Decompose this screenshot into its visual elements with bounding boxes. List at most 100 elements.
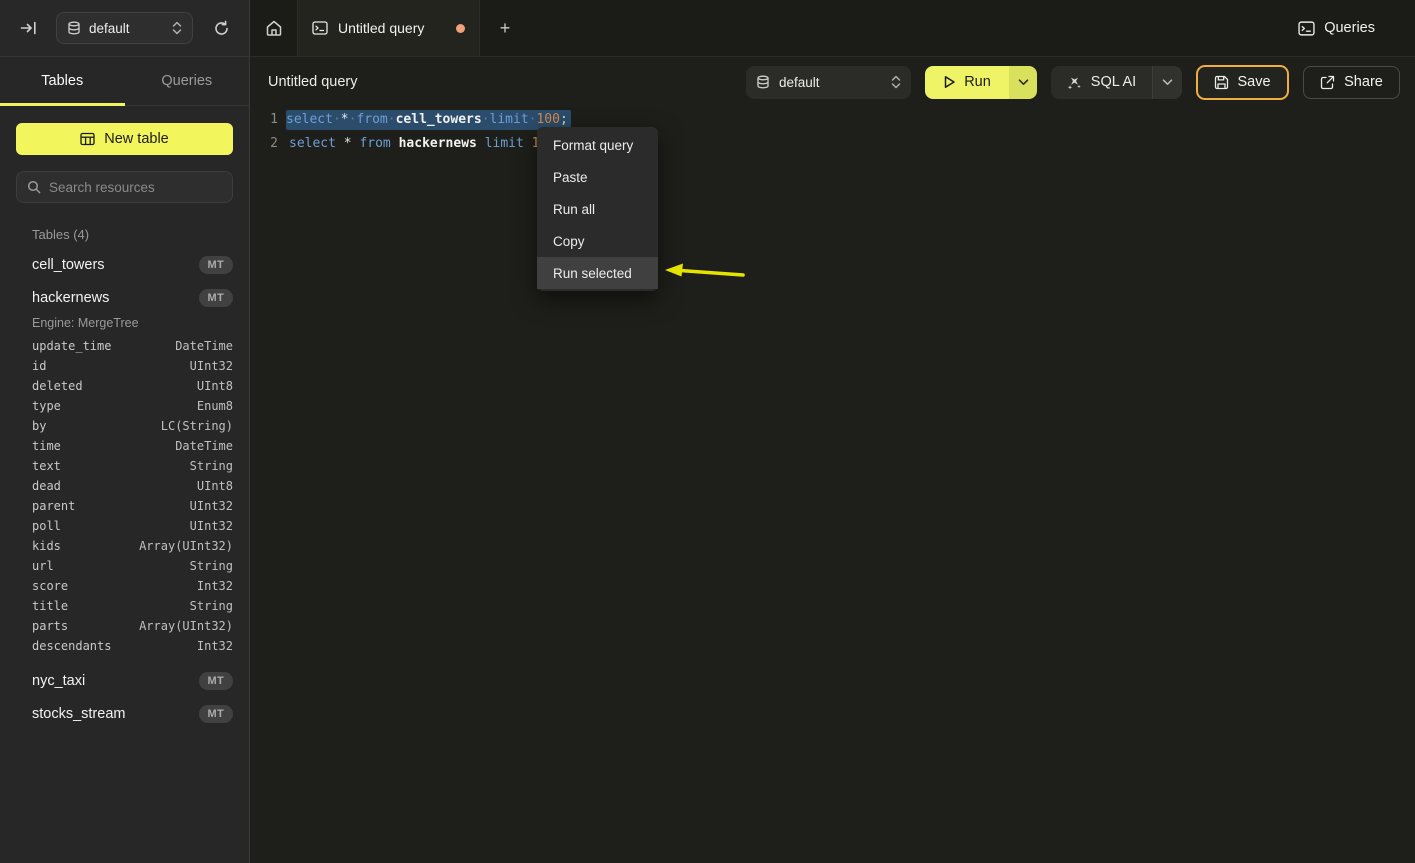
top-bar-left: default bbox=[0, 0, 250, 57]
column-row: deleted UInt8 bbox=[0, 376, 249, 396]
column-row: kids Array(UInt32) bbox=[0, 536, 249, 556]
column-type: String bbox=[190, 559, 233, 573]
sql-editor[interactable]: 1select·*·from·cell_towers·limit·100;2se… bbox=[250, 107, 1415, 863]
chevron-up-down-icon bbox=[172, 21, 182, 35]
save-icon bbox=[1214, 75, 1229, 90]
tab-untitled-query[interactable]: Untitled query bbox=[297, 0, 480, 56]
new-tab-button[interactable]: + bbox=[480, 0, 530, 56]
column-type: Array(UInt32) bbox=[139, 619, 233, 633]
column-name: deleted bbox=[32, 379, 197, 393]
code-token: from bbox=[359, 136, 390, 151]
code-token: select bbox=[286, 112, 333, 127]
column-name: type bbox=[32, 399, 197, 413]
column-name: score bbox=[32, 579, 197, 593]
run-split-button: Run bbox=[925, 66, 1037, 99]
share-button[interactable]: Share bbox=[1303, 66, 1400, 99]
table-row-stocks_stream[interactable]: stocks_stream MT bbox=[0, 697, 249, 730]
column-row: id UInt32 bbox=[0, 356, 249, 376]
table-name: hackernews bbox=[32, 290, 199, 306]
column-row: dead UInt8 bbox=[0, 476, 249, 496]
sidebar: TablesQueries New table Tables (4) cell_… bbox=[0, 57, 250, 863]
code-token: cell_towers bbox=[396, 112, 482, 127]
table-name: cell_towers bbox=[32, 257, 199, 273]
column-name: dead bbox=[32, 479, 197, 493]
column-name: descendants bbox=[32, 639, 197, 653]
column-row: text String bbox=[0, 456, 249, 476]
context-menu-item-copy[interactable]: Copy bbox=[537, 225, 658, 257]
column-type: String bbox=[190, 599, 233, 613]
sql-ai-label: SQL AI bbox=[1091, 74, 1136, 90]
share-label: Share bbox=[1344, 74, 1383, 90]
refresh-icon[interactable] bbox=[207, 14, 235, 42]
collapse-sidebar-icon[interactable] bbox=[14, 14, 42, 42]
terminal-icon bbox=[1298, 21, 1315, 36]
database-selector-value: default bbox=[89, 21, 130, 36]
unsaved-changes-dot bbox=[456, 24, 465, 33]
column-row: by LC(String) bbox=[0, 416, 249, 436]
table-row-hackernews[interactable]: hackernews MT bbox=[0, 281, 249, 314]
code-token: · bbox=[333, 112, 341, 127]
sql-ai-button[interactable]: SQL AI bbox=[1051, 66, 1152, 99]
app-window: default bbox=[0, 0, 1415, 863]
sparkles-icon bbox=[1067, 75, 1082, 90]
search-input[interactable] bbox=[49, 180, 226, 195]
top-bar: default bbox=[0, 0, 1415, 57]
queries-button[interactable]: Queries bbox=[1288, 0, 1415, 56]
editor-line: 2select * from hackernews limit 100; bbox=[250, 131, 1415, 155]
new-table-button[interactable]: New table bbox=[16, 123, 233, 155]
column-name: text bbox=[32, 459, 190, 473]
search-box bbox=[16, 171, 233, 203]
column-row: title String bbox=[0, 596, 249, 616]
context-menu-item-format-query[interactable]: Format query bbox=[537, 129, 658, 161]
context-menu-item-run-selected[interactable]: Run selected bbox=[537, 257, 658, 289]
code-token: ; bbox=[560, 112, 568, 127]
table-name: stocks_stream bbox=[32, 706, 199, 722]
sidebar-tab-queries[interactable]: Queries bbox=[125, 57, 250, 105]
share-icon bbox=[1320, 75, 1335, 90]
table-row-nyc_taxi[interactable]: nyc_taxi MT bbox=[0, 664, 249, 697]
sidebar-tab-tables[interactable]: Tables bbox=[0, 57, 125, 105]
column-row: parent UInt32 bbox=[0, 496, 249, 516]
header-database-selector[interactable]: default bbox=[746, 66, 911, 99]
database-icon bbox=[67, 21, 81, 36]
column-type: Enum8 bbox=[197, 399, 233, 413]
database-selector[interactable]: default bbox=[56, 12, 193, 44]
context-menu-item-run-all[interactable]: Run all bbox=[537, 193, 658, 225]
column-type: DateTime bbox=[175, 439, 233, 453]
column-name: parent bbox=[32, 499, 190, 513]
column-type: UInt8 bbox=[197, 379, 233, 393]
table-row-cell_towers[interactable]: cell_towers MT bbox=[0, 248, 249, 281]
column-row: update_time DateTime bbox=[0, 336, 249, 356]
sql-ai-options-button[interactable] bbox=[1152, 66, 1182, 99]
column-row: descendants Int32 bbox=[0, 636, 249, 656]
column-type: UInt8 bbox=[197, 479, 233, 493]
context-menu-item-paste[interactable]: Paste bbox=[537, 161, 658, 193]
code-token: * bbox=[341, 112, 349, 127]
tab-label: Untitled query bbox=[338, 20, 446, 36]
code-token bbox=[477, 136, 485, 151]
new-table-label: New table bbox=[104, 131, 168, 147]
run-button[interactable]: Run bbox=[925, 66, 1009, 99]
code-token: · bbox=[482, 112, 490, 127]
column-row: score Int32 bbox=[0, 576, 249, 596]
code-token: 100 bbox=[536, 112, 559, 127]
code-token: hackernews bbox=[399, 136, 477, 151]
code-token bbox=[336, 136, 344, 151]
code-token: from bbox=[356, 112, 387, 127]
home-button[interactable] bbox=[250, 0, 297, 56]
engine-badge: MT bbox=[199, 672, 233, 690]
column-type: String bbox=[190, 459, 233, 473]
column-type: LC(String) bbox=[161, 419, 233, 433]
column-name: update_time bbox=[32, 339, 175, 353]
save-button[interactable]: Save bbox=[1196, 65, 1289, 100]
run-options-button[interactable] bbox=[1009, 66, 1037, 99]
tables-list: cell_towers MT hackernews MT Engine: Mer… bbox=[0, 248, 249, 730]
column-type: DateTime bbox=[175, 339, 233, 353]
play-icon bbox=[943, 75, 956, 89]
chevron-up-down-icon bbox=[891, 75, 901, 89]
tab-strip: Untitled query + Queries bbox=[250, 0, 1415, 57]
column-name: url bbox=[32, 559, 190, 573]
header-database-value: default bbox=[779, 75, 820, 90]
table-name: nyc_taxi bbox=[32, 673, 199, 689]
column-name: parts bbox=[32, 619, 139, 633]
